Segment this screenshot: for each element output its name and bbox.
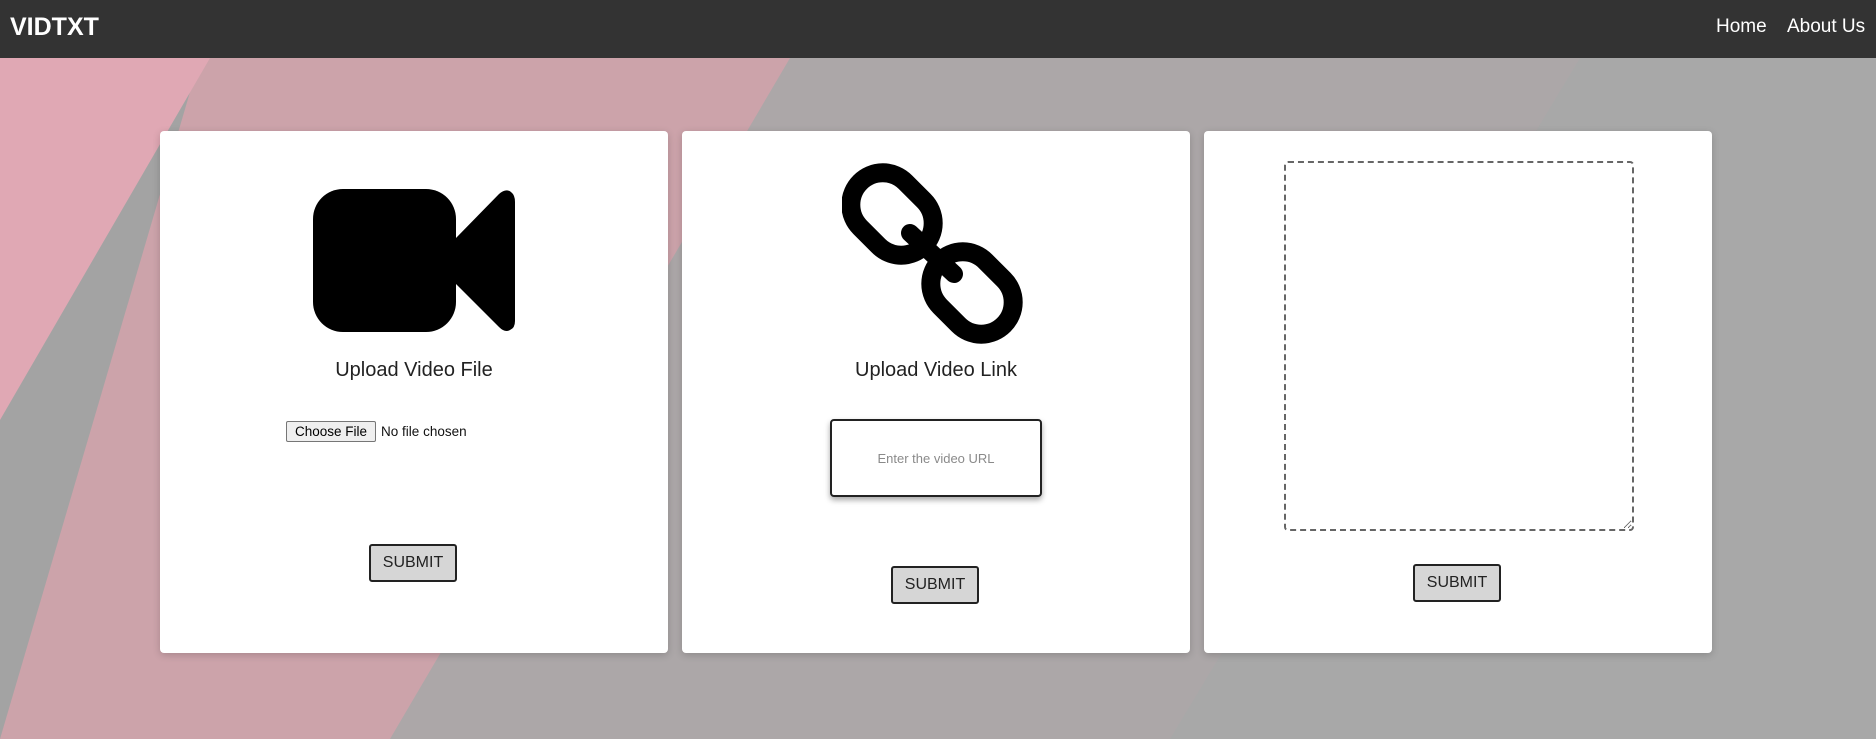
video-camera-icon <box>313 189 515 332</box>
upload-video-file-title: Upload Video File <box>335 359 493 381</box>
transcript-card: SUBMIT <box>1204 131 1712 653</box>
choose-file-button[interactable]: Choose File <box>286 420 377 442</box>
nav-link-home[interactable]: Home <box>1716 16 1767 38</box>
submit-text-button[interactable]: SUBMIT <box>1413 564 1501 602</box>
link-chain-icon <box>842 163 1023 344</box>
transcript-textarea[interactable] <box>1284 161 1634 531</box>
upload-video-file-card: Upload Video File Choose File No file ch… <box>160 131 668 653</box>
submit-link-button[interactable]: SUBMIT <box>891 566 979 604</box>
submit-file-button[interactable]: SUBMIT <box>369 544 457 582</box>
nav-link-about-us[interactable]: About Us <box>1787 16 1865 38</box>
brand-logo[interactable]: VIDTXT <box>10 13 99 42</box>
file-status-text: No file chosen <box>381 423 467 439</box>
upload-video-link-card: Upload Video Link SUBMIT <box>682 131 1190 653</box>
file-input: Choose File No file chosen <box>286 420 467 442</box>
upload-video-link-title: Upload Video Link <box>855 359 1017 381</box>
top-navbar: VIDTXT Home About Us <box>0 0 1876 58</box>
video-url-input[interactable] <box>830 419 1042 497</box>
